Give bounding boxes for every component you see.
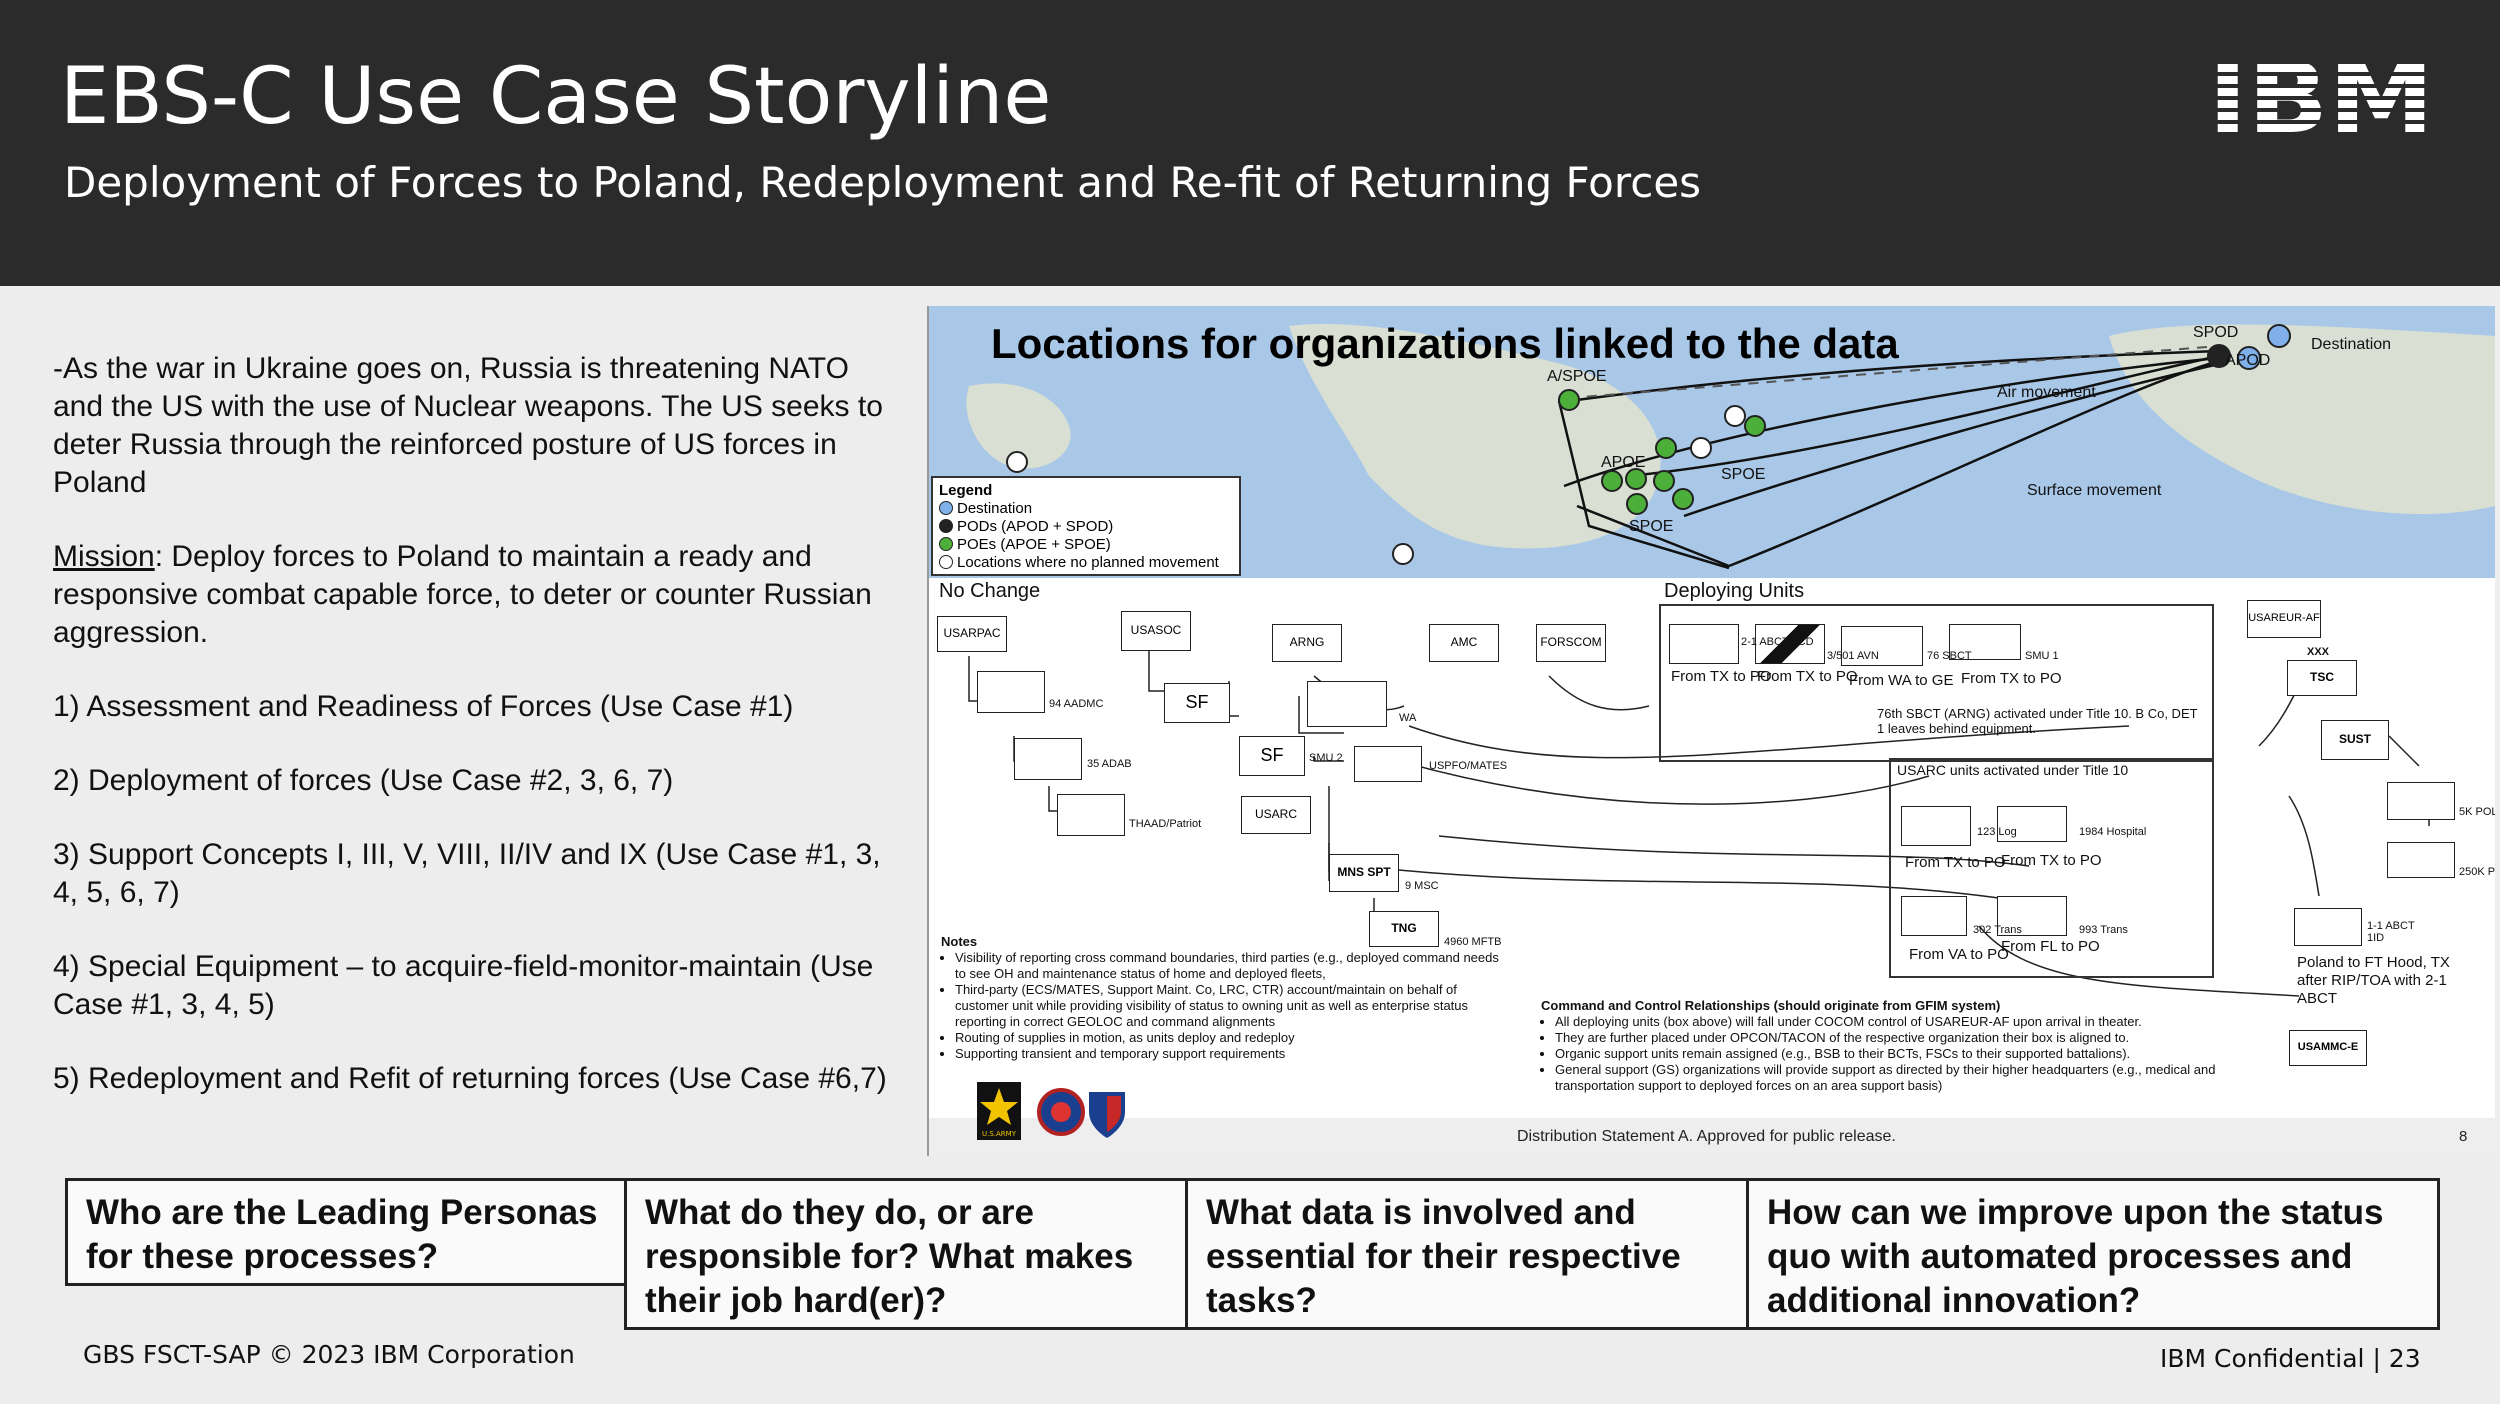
unit-label: THAAD/Patriot: [1129, 818, 1202, 830]
slide-notes: Notes Visibility of reporting cross comm…: [941, 934, 1511, 1062]
route-label: From WA to GE: [1849, 672, 1954, 689]
list-item: Visibility of reporting cross command bo…: [955, 950, 1511, 982]
route-label: From TX to PO: [1905, 854, 2006, 871]
mission-text: : Deploy forces to Poland to maintain a …: [53, 540, 872, 649]
unit-box: [977, 671, 1045, 713]
unit-box: [1901, 896, 1967, 936]
question-box: What do they do, or are responsible for?…: [624, 1178, 1188, 1330]
sbct-note: 76th SBCT (ARNG) activated under Title 1…: [1877, 706, 2198, 736]
list-item: 3) Support Concepts I, III, V, VIII, II/…: [53, 838, 881, 909]
unit-box: [1901, 806, 1971, 846]
unit-box: [1354, 746, 1422, 782]
list-item: Organic support units remain assigned (e…: [1555, 1046, 2261, 1062]
army-label: U.S.ARMY: [982, 1130, 1017, 1138]
embedded-slide: Locations for organizations linked to th…: [927, 306, 2495, 1156]
unit-echelon: XXX: [2307, 646, 2330, 658]
list-item: 1) Assessment and Readiness of Forces (U…: [53, 690, 794, 723]
question-box: What data is involved and essential for …: [1185, 1178, 1749, 1330]
unit-label: 35 ADAB: [1087, 758, 1132, 770]
slide-page-number: 8: [2459, 1128, 2468, 1145]
unit-label: 9 MSC: [1405, 880, 1439, 892]
army-emblems: U.S.ARMY: [977, 1082, 1125, 1140]
unit-sust: SUST: [2321, 720, 2389, 760]
unit-label: USPFO/MATES: [1429, 760, 1508, 772]
unit-sf: SF: [1164, 683, 1230, 723]
no-change-heading: No Change: [939, 580, 1041, 602]
unit-label: 1984 Hospital: [2079, 826, 2147, 838]
unit-label: 250K PC: [2459, 866, 2495, 878]
list-item: They are further placed under OPCON/TACO…: [1555, 1030, 2261, 1046]
unit-label: SMU 1: [2025, 650, 2059, 662]
deploying-units-heading: Deploying Units: [1664, 580, 1805, 602]
route-label: From TX to PO: [1757, 668, 1858, 685]
c2-title: Command and Control Relationships (shoul…: [1541, 998, 2001, 1013]
unit-usammc-e: USAMMC-E: [2289, 1030, 2367, 1066]
command-control-notes: Command and Control Relationships (shoul…: [1541, 998, 2261, 1094]
unit-label: 5K POL: [2459, 806, 2495, 818]
route-label: Poland to FT Hood, TX after RIP/TOA with…: [2297, 954, 2450, 1007]
org-usareur-af: USAREUR-AF: [2247, 600, 2321, 638]
unit-label: 94 AADMC: [1049, 698, 1104, 710]
question-box: How can we improve upon the status quo w…: [1746, 1178, 2440, 1330]
list-item: Supporting transient and temporary suppo…: [955, 1046, 1511, 1062]
unit-label: 2-1 ABCT 1CD: [1741, 636, 1814, 648]
unit-label: WA: [1399, 712, 1417, 724]
usarc-frame-title: USARC units activated under Title 10: [1897, 762, 2129, 778]
org-usarpac: USARPAC: [937, 616, 1007, 652]
unit-box: [2387, 782, 2455, 820]
distribution-statement: Distribution Statement A. Approved for p…: [1517, 1128, 1896, 1145]
unit-box: [2294, 908, 2362, 946]
page-subtitle: Deployment of Forces to Poland, Redeploy…: [64, 158, 1702, 207]
unit-label: 76 SBCT: [1927, 650, 1972, 662]
unit-box: [1307, 681, 1387, 727]
unit-label: 993 Trans: [2079, 924, 2128, 936]
unit-label: 302 Trans: [1973, 924, 2022, 936]
intro-paragraph: -As the war in Ukraine goes on, Russia i…: [53, 352, 883, 499]
unit-box: [2387, 842, 2455, 878]
route-label: From TX to PO: [2001, 852, 2102, 869]
list-item: 5) Redeployment and Refit of returning f…: [53, 1062, 887, 1095]
unit-box: [1669, 624, 1739, 664]
list-item: General support (GS) organizations will …: [1555, 1062, 2261, 1094]
notes-title: Notes: [941, 934, 978, 949]
route-label: From VA to PO: [1909, 946, 2009, 963]
unit-tsc: TSC: [2287, 660, 2357, 696]
page-title: EBS-C Use Case Storyline: [60, 52, 1052, 142]
mission-label: Mission: [53, 540, 155, 573]
org-usasoc: USASOC: [1121, 611, 1191, 651]
org-arng: ARNG: [1272, 624, 1342, 662]
mission-paragraph: Mission: Deploy forces to Poland to main…: [53, 538, 893, 652]
unit-box: [1014, 738, 1082, 780]
footer-copyright: GBS FSCT-SAP © 2023 IBM Corporation: [83, 1340, 575, 1369]
list-item: 2) Deployment of forces (Use Case #2, 3,…: [53, 764, 674, 797]
org-forscom: FORSCOM: [1536, 624, 1606, 662]
org-usarc: USARC: [1241, 796, 1311, 834]
question-box: Who are the Leading Personas for these p…: [65, 1178, 627, 1286]
unit-box: [1057, 794, 1125, 836]
route-label: From TX to PO: [1961, 670, 2062, 687]
unit-mns-spt: MNS SPT: [1329, 854, 1399, 892]
unit-label: SMU 2: [1309, 752, 1343, 764]
storyline-text: -As the war in Ukraine goes on, Russia i…: [53, 350, 893, 1134]
list-item: Third-party (ECS/MATES, Support Maint. C…: [955, 982, 1511, 1030]
list-item: All deploying units (box above) will fal…: [1555, 1014, 2261, 1030]
unit-label: 3/501 AVN: [1827, 650, 1879, 662]
unit-label: 1-1 ABCT 1ID: [2367, 920, 2415, 944]
unit-label: 123 Log: [1977, 826, 2017, 838]
list-item: Routing of supplies in motion, as units …: [955, 1030, 1511, 1046]
footer-confidential: IBM Confidential | 23: [2160, 1344, 2421, 1373]
unit-sf: SF: [1239, 736, 1305, 776]
list-item: 4) Special Equipment – to acquire-field-…: [53, 950, 874, 1021]
ibm-logo: IBM: [2205, 48, 2437, 140]
route-label: From FL to PO: [2001, 938, 2100, 955]
org-amc: AMC: [1429, 624, 1499, 662]
slide-header: EBS-C Use Case Storyline Deployment of F…: [0, 0, 2500, 286]
